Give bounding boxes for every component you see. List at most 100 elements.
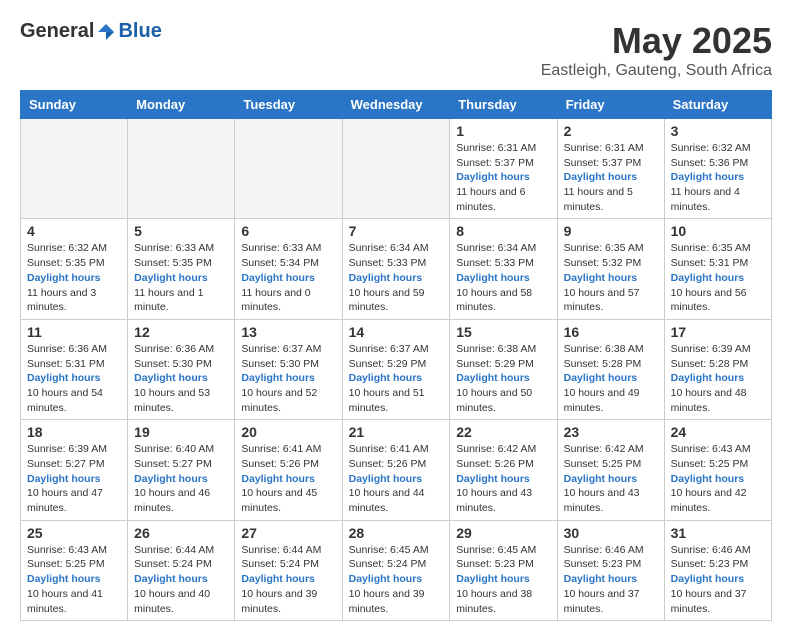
day-number: 20 (241, 424, 335, 440)
calendar-cell: 2 Sunrise: 6:31 AMSunset: 5:37 PMDaylight… (557, 119, 664, 219)
day-number: 15 (456, 324, 550, 340)
calendar-cell: 21 Sunrise: 6:41 AMSunset: 5:26 PMDayligh… (342, 420, 450, 520)
week-row-1: 1Sunrise: 6:31 AMSunset: 5:37 PMDaylight… (21, 119, 772, 219)
day-number: 2 (564, 123, 658, 139)
day-number: 22 (456, 424, 550, 440)
day-number: 25 (27, 525, 121, 541)
day-number: 4 (27, 223, 121, 239)
day-number: 30 (564, 525, 658, 541)
calendar-cell: 20 Sunrise: 6:41 AMSunset: 5:26 PMDayligh… (235, 420, 342, 520)
daylight-label: Daylight hours (134, 473, 208, 485)
subtitle: Eastleigh, Gauteng, South Africa (541, 62, 772, 80)
daylight-label: Daylight hours (564, 573, 638, 585)
day-info: Sunrise: 6:46 AMSunset: 5:23 PMDaylight … (564, 543, 658, 616)
daylight-label: Daylight hours (27, 272, 101, 284)
day-number: 24 (671, 424, 765, 440)
day-number: 16 (564, 324, 658, 340)
day-number: 14 (349, 324, 444, 340)
day-info: Sunrise: 6:46 AMSunset: 5:23 PMDaylight … (671, 543, 765, 616)
calendar-cell (235, 119, 342, 219)
day-number: 21 (349, 424, 444, 440)
day-info: Sunrise: 6:38 AMSunset: 5:28 PMDaylight … (564, 342, 658, 415)
day-number: 7 (349, 223, 444, 239)
day-number: 27 (241, 525, 335, 541)
day-number: 8 (456, 223, 550, 239)
week-row-3: 11Sunrise: 6:36 AMSunset: 5:31 PMDayligh… (21, 319, 772, 419)
daylight-label: Daylight hours (456, 573, 530, 585)
day-number: 9 (564, 223, 658, 239)
day-number: 18 (27, 424, 121, 440)
daylight-label: Daylight hours (564, 473, 638, 485)
logo-text: General Blue (20, 20, 162, 43)
daylight-label: Daylight hours (456, 473, 530, 485)
calendar-cell: 29 Sunrise: 6:45 AMSunset: 5:23 PMDayligh… (450, 520, 557, 620)
day-number: 17 (671, 324, 765, 340)
daylight-label: Daylight hours (134, 372, 208, 384)
daylight-label: Daylight hours (27, 573, 101, 585)
calendar-cell: 22Sunrise: 6:42 AMSunset: 5:26 PMDayligh… (450, 420, 557, 520)
day-info: Sunrise: 6:37 AMSunset: 5:29 PMDaylight … (349, 342, 444, 415)
day-info: Sunrise: 6:45 AMSunset: 5:24 PMDaylight … (349, 543, 444, 616)
day-info: Sunrise: 6:38 AMSunset: 5:29 PMDaylight … (456, 342, 550, 415)
page-header: General Blue May 2025 Eastleigh, Gauteng… (20, 20, 772, 80)
day-info: Sunrise: 6:45 AMSunset: 5:23 PMDaylight … (456, 543, 550, 616)
day-info: Sunrise: 6:32 AMSunset: 5:36 PMDaylight … (671, 141, 765, 214)
day-info: Sunrise: 6:43 AMSunset: 5:25 PMDaylight … (671, 442, 765, 515)
daylight-label: Daylight hours (349, 272, 423, 284)
day-info: Sunrise: 6:44 AMSunset: 5:24 PMDaylight … (134, 543, 228, 616)
calendar-cell (21, 119, 128, 219)
daylight-label: Daylight hours (671, 372, 745, 384)
daylight-label: Daylight hours (671, 573, 745, 585)
day-number: 26 (134, 525, 228, 541)
calendar-cell: 18Sunrise: 6:39 AMSunset: 5:27 PMDayligh… (21, 420, 128, 520)
daylight-label: Daylight hours (241, 573, 315, 585)
daylight-label: Daylight hours (671, 473, 745, 485)
calendar-cell: 10Sunrise: 6:35 AMSunset: 5:31 PMDayligh… (664, 219, 771, 319)
calendar-cell (128, 119, 235, 219)
calendar-cell: 30 Sunrise: 6:46 AMSunset: 5:23 PMDayligh… (557, 520, 664, 620)
calendar-cell: 28Sunrise: 6:45 AMSunset: 5:24 PMDayligh… (342, 520, 450, 620)
daylight-label: Daylight hours (349, 372, 423, 384)
day-info: Sunrise: 6:41 AMSunset: 5:26 PMDaylight … (241, 442, 335, 515)
daylight-label: Daylight hours (241, 272, 315, 284)
day-info: Sunrise: 6:43 AMSunset: 5:25 PMDaylight … (27, 543, 121, 616)
week-row-5: 25 Sunrise: 6:43 AMSunset: 5:25 PMDayligh… (21, 520, 772, 620)
day-number: 29 (456, 525, 550, 541)
day-info: Sunrise: 6:42 AMSunset: 5:25 PMDaylight … (564, 442, 658, 515)
logo-general: General (20, 20, 94, 43)
day-number: 11 (27, 324, 121, 340)
daylight-label: Daylight hours (134, 573, 208, 585)
calendar-cell: 4Sunrise: 6:32 AMSunset: 5:35 PMDaylight… (21, 219, 128, 319)
main-title: May 2025 (541, 20, 772, 62)
day-number: 23 (564, 424, 658, 440)
calendar-cell: 13Sunrise: 6:37 AMSunset: 5:30 PMDayligh… (235, 319, 342, 419)
calendar-cell: 24 Sunrise: 6:43 AMSunset: 5:25 PMDayligh… (664, 420, 771, 520)
daylight-label: Daylight hours (27, 372, 101, 384)
day-info: Sunrise: 6:41 AMSunset: 5:26 PMDaylight … (349, 442, 444, 515)
calendar-cell: 9Sunrise: 6:35 AMSunset: 5:32 PMDaylight… (557, 219, 664, 319)
daylight-label: Daylight hours (27, 473, 101, 485)
calendar-cell: 6 Sunrise: 6:33 AMSunset: 5:34 PMDaylight… (235, 219, 342, 319)
daylight-label: Daylight hours (456, 171, 530, 183)
day-number: 6 (241, 223, 335, 239)
weekday-header-tuesday: Tuesday (235, 91, 342, 119)
logo: General Blue (20, 20, 162, 43)
daylight-label: Daylight hours (456, 272, 530, 284)
logo-blue: Blue (118, 20, 161, 43)
calendar-cell: 1Sunrise: 6:31 AMSunset: 5:37 PMDaylight… (450, 119, 557, 219)
calendar-cell: 23 Sunrise: 6:42 AMSunset: 5:25 PMDayligh… (557, 420, 664, 520)
week-row-4: 18Sunrise: 6:39 AMSunset: 5:27 PMDayligh… (21, 420, 772, 520)
day-info: Sunrise: 6:33 AMSunset: 5:34 PMDaylight … (241, 241, 335, 314)
calendar-cell: 12Sunrise: 6:36 AMSunset: 5:30 PMDayligh… (128, 319, 235, 419)
logo-icon (96, 22, 116, 42)
day-info: Sunrise: 6:31 AMSunset: 5:37 PMDaylight … (564, 141, 658, 214)
day-number: 5 (134, 223, 228, 239)
calendar-cell: 16 Sunrise: 6:38 AMSunset: 5:28 PMDayligh… (557, 319, 664, 419)
day-info: Sunrise: 6:39 AMSunset: 5:28 PMDaylight … (671, 342, 765, 415)
calendar-cell (342, 119, 450, 219)
daylight-label: Daylight hours (564, 272, 638, 284)
daylight-label: Daylight hours (349, 573, 423, 585)
day-info: Sunrise: 6:34 AMSunset: 5:33 PMDaylight … (456, 241, 550, 314)
calendar-cell: 5Sunrise: 6:33 AMSunset: 5:35 PMDaylight… (128, 219, 235, 319)
daylight-label: Daylight hours (241, 473, 315, 485)
